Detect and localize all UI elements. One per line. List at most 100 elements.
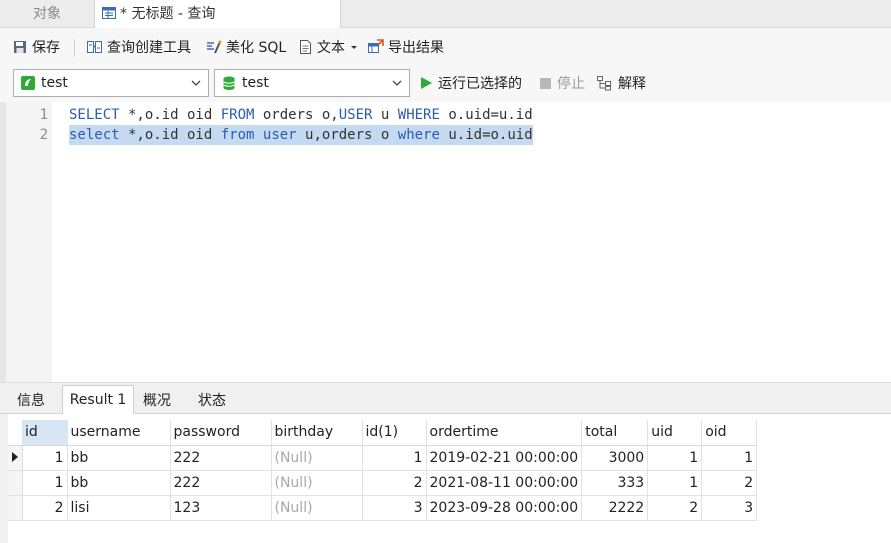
grid-cell[interactable]: 1 — [22, 445, 68, 471]
document-tab-bar: 对象 * 无标题 - 查询 — [0, 0, 891, 28]
sql-keyword: user — [262, 127, 297, 143]
sql-text: SELECT *,o.id oid FROM orders o,USER u W… — [69, 105, 533, 125]
sql-token: orders o, — [254, 107, 339, 123]
grid-cell[interactable]: (Null) — [271, 445, 363, 471]
table-row[interactable]: 1 bb 222 (Null) 1 2019-02-21 00:00:00 3000 1 1 — [8, 445, 758, 471]
grid-cell[interactable]: 222 — [170, 445, 272, 471]
row-selector[interactable] — [8, 495, 23, 521]
query-toolbar: 保存 查询创建工具 美化 SQL 文本 导出结果 — [0, 28, 891, 66]
sql-token: o.uid=u.id — [439, 107, 533, 123]
editor-line[interactable]: 2 select *,o.id oid from user u,orders o … — [0, 125, 891, 145]
stop-button[interactable]: 停止 — [539, 66, 585, 100]
grid-corner — [8, 420, 22, 446]
grid-cell[interactable]: 2 — [701, 470, 758, 496]
result-tabs: 信息 Result 1 概况 状态 — [0, 382, 891, 415]
grid-cell[interactable]: (Null) — [271, 495, 363, 521]
sql-editor[interactable]: 1 SELECT *,o.id oid FROM orders o,USER u … — [0, 102, 891, 382]
stop-icon — [540, 77, 551, 89]
grid-cell[interactable]: 1 — [701, 445, 758, 471]
explain-button[interactable]: 解释 — [596, 66, 646, 100]
grid-cell[interactable]: 1 — [647, 445, 703, 471]
toolbar-divider — [74, 39, 75, 57]
selected-sql-text: select *,o.id oid from user u,orders o w… — [69, 125, 533, 145]
run-icon — [421, 77, 432, 89]
database-select[interactable]: test — [214, 69, 410, 97]
sql-token: *,o.id oid — [119, 127, 221, 143]
grid-cell[interactable]: 222 — [170, 470, 272, 496]
column-header[interactable]: ordertime — [426, 420, 583, 446]
column-header[interactable]: birthday — [271, 420, 363, 446]
export-icon — [368, 39, 384, 53]
beautify-sql-icon — [207, 40, 222, 54]
grid-cell[interactable]: 1 — [22, 470, 68, 496]
sql-keyword: SELECT — [69, 107, 120, 123]
sql-keyword: WHERE — [397, 107, 440, 123]
beautify-sql-label: 美化 SQL — [226, 40, 287, 56]
tab-status[interactable]: 状态 — [186, 387, 238, 415]
grid-cell[interactable]: 2023-09-28 00:00:00 — [426, 495, 583, 521]
grid-cell[interactable]: (Null) — [271, 470, 363, 496]
explain-label: 解释 — [618, 76, 646, 92]
column-header[interactable]: total — [581, 420, 649, 446]
grid-cell[interactable]: 333 — [581, 470, 649, 496]
column-header[interactable]: id — [22, 420, 68, 446]
connection-selector-bar: test test 运行已选择的 停止 解释 — [0, 66, 891, 102]
sql-token: u.id=o.uid — [439, 127, 533, 143]
connection-select[interactable]: test — [13, 69, 209, 97]
explain-icon — [597, 76, 611, 91]
query-tab-icon — [101, 3, 117, 31]
result-grid-area: id username password birthday id(1) orde… — [0, 414, 891, 543]
grid-left-margin — [0, 414, 8, 543]
save-icon — [14, 41, 26, 53]
sql-keyword: FROM — [220, 107, 255, 123]
beautify-sql-button[interactable]: 美化 SQL — [205, 28, 286, 66]
row-selector[interactable] — [8, 470, 23, 496]
tab-profile[interactable]: 概况 — [134, 387, 180, 415]
grid-cell[interactable]: 2222 — [581, 495, 649, 521]
tab-objects[interactable]: 对象 — [0, 0, 94, 28]
chevron-down-icon — [351, 46, 357, 49]
row-selector[interactable] — [8, 445, 23, 471]
table-row[interactable]: 1 bb 222 (Null) 2 2021-08-11 00:00:00 333 1 2 — [8, 470, 758, 496]
text-icon — [300, 40, 311, 54]
export-results-label: 导出结果 — [388, 40, 444, 56]
sql-token: *,o.id oid — [119, 107, 221, 123]
chevron-down-icon — [191, 80, 201, 86]
grid-cell[interactable]: 2 — [22, 495, 68, 521]
grid-cell[interactable]: bb — [67, 445, 171, 471]
save-button[interactable]: 保存 — [12, 28, 60, 66]
tab-query-label: * 无标题 - 查询 — [120, 6, 216, 22]
column-header[interactable]: uid — [647, 420, 703, 446]
sql-keyword: USER — [338, 107, 373, 123]
grid-cell[interactable]: 3 — [701, 495, 758, 521]
grid-cell[interactable]: 1 — [362, 445, 427, 471]
grid-cell[interactable]: 3 — [362, 495, 427, 521]
grid-cell[interactable]: 3000 — [581, 445, 649, 471]
line-number: 1 — [39, 107, 48, 123]
tab-query[interactable]: * 无标题 - 查询 — [94, 0, 341, 28]
grid-cell[interactable]: 2 — [647, 495, 703, 521]
query-builder-button[interactable]: 查询创建工具 — [86, 28, 191, 66]
sql-keyword: where — [397, 127, 440, 143]
grid-cell[interactable]: bb — [67, 470, 171, 496]
sql-keyword: select — [69, 127, 120, 143]
column-header[interactable]: oid — [701, 420, 758, 446]
text-menu-button[interactable]: 文本 — [298, 28, 363, 66]
column-header[interactable]: id(1) — [362, 420, 427, 446]
grid-cell[interactable]: 2019-02-21 00:00:00 — [426, 445, 583, 471]
grid-cell[interactable]: 1 — [647, 470, 703, 496]
run-selected-button[interactable]: 运行已选择的 — [419, 66, 522, 100]
tab-info[interactable]: 信息 — [8, 387, 54, 415]
grid-cell[interactable]: 2021-08-11 00:00:00 — [426, 470, 583, 496]
grid-cell[interactable]: 2 — [362, 470, 427, 496]
result-grid[interactable]: id username password birthday id(1) orde… — [8, 420, 758, 521]
grid-cell[interactable]: 123 — [170, 495, 272, 521]
tab-result-1[interactable]: Result 1 — [62, 385, 134, 415]
export-results-button[interactable]: 导出结果 — [367, 28, 444, 66]
editor-line[interactable]: 1 SELECT *,o.id oid FROM orders o,USER u … — [0, 105, 891, 125]
grid-cell[interactable]: lisi — [67, 495, 171, 521]
column-header[interactable]: password — [170, 420, 272, 446]
column-header[interactable]: username — [67, 420, 171, 446]
table-row[interactable]: 2 lisi 123 (Null) 3 2023-09-28 00:00:00 2222 2 3 — [8, 495, 758, 521]
